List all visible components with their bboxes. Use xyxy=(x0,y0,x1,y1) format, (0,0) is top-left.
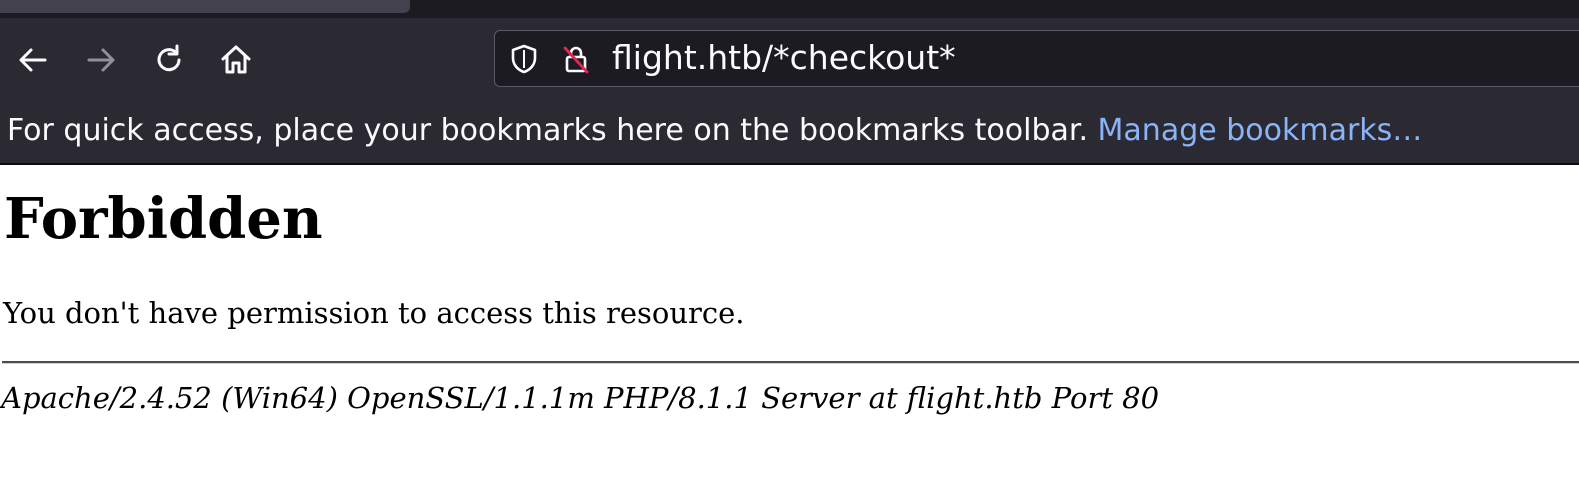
bookmarks-toolbar-message-line: For quick access, place your bookmarks h… xyxy=(7,111,1422,151)
back-button[interactable] xyxy=(13,40,53,80)
back-arrow-icon xyxy=(16,43,50,77)
shield-icon[interactable] xyxy=(509,44,539,74)
page-title: Forbidden xyxy=(4,186,323,252)
reload-button[interactable] xyxy=(149,40,189,80)
bookmarks-toolbar-message: For quick access, place your bookmarks h… xyxy=(7,113,1088,148)
address-bar[interactable]: flight.htb/*checkout* xyxy=(494,30,1579,87)
reload-icon xyxy=(152,43,186,77)
bookmarks-toolbar: For quick access, place your bookmarks h… xyxy=(0,102,1579,165)
error-message: You don't have permission to access this… xyxy=(3,296,745,330)
url-text[interactable]: flight.htb/*checkout* xyxy=(612,38,956,78)
page-content: Forbidden You don't have permission to a… xyxy=(0,165,1579,481)
browser-tab[interactable] xyxy=(0,0,410,13)
home-button[interactable] xyxy=(216,40,256,80)
navigation-toolbar: flight.htb/*checkout* xyxy=(0,18,1579,102)
manage-bookmarks-link[interactable]: Manage bookmarks… xyxy=(1098,113,1423,148)
tab-strip xyxy=(0,0,1579,18)
home-icon xyxy=(219,43,253,77)
forward-arrow-icon xyxy=(84,43,118,77)
divider xyxy=(2,361,1579,364)
forward-button[interactable] xyxy=(81,40,121,80)
server-signature: Apache/2.4.52 (Win64) OpenSSL/1.1.1m PHP… xyxy=(1,381,1160,415)
insecure-lock-icon[interactable] xyxy=(561,44,591,74)
